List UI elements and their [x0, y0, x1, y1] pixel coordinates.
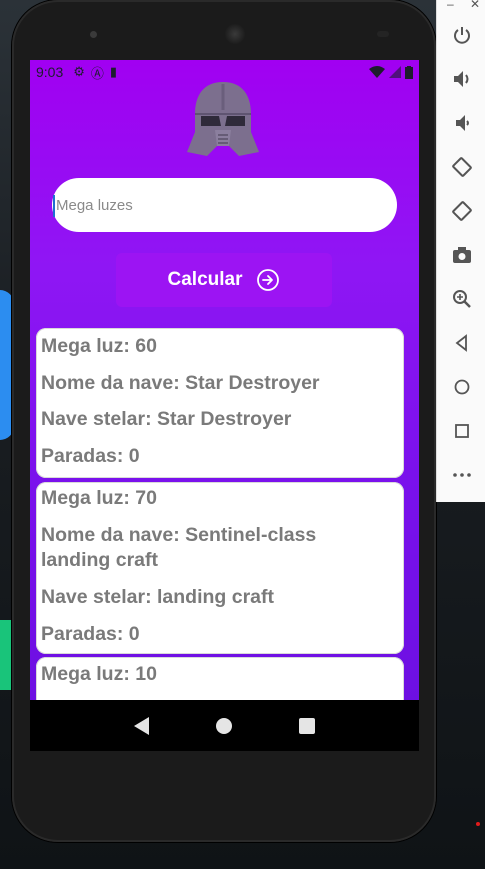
ship-name-text: Nome da nave: Star Destroyer — [41, 372, 320, 394]
back-icon[interactable] — [451, 332, 473, 354]
minimize-icon[interactable]: – — [447, 0, 454, 11]
proximity-sensor — [377, 31, 389, 37]
text-caret — [53, 195, 55, 217]
battery-icon — [405, 65, 413, 79]
wifi-icon — [369, 66, 385, 78]
rotate-left-icon[interactable] — [451, 156, 473, 178]
close-icon[interactable]: ✕ — [470, 0, 480, 11]
home-icon[interactable] — [451, 376, 473, 398]
android-navigation-bar — [30, 700, 419, 751]
volume-up-icon[interactable] — [451, 68, 473, 90]
sd-card-icon: ▮ — [109, 64, 118, 79]
status-time: 9:03 — [36, 64, 64, 80]
nav-recents-icon[interactable] — [299, 717, 316, 734]
volume-down-icon[interactable] — [451, 112, 473, 134]
earpiece-speaker — [225, 24, 245, 44]
rotate-right-icon[interactable] — [451, 200, 473, 222]
calculate-button[interactable]: Calcular — [116, 253, 332, 307]
signal-icon — [389, 66, 401, 78]
starship-class-text: Nave stelar: Star Destroyer — [41, 408, 292, 430]
more-icon[interactable] — [451, 464, 473, 486]
power-icon[interactable] — [451, 24, 473, 46]
starship-class-text: Nave stelar: landing craft — [41, 586, 274, 608]
nav-back-icon[interactable] — [133, 716, 149, 735]
settings-icon: ⚙ — [73, 64, 85, 79]
starship-card: Mega luz: 70 Nome da nave: Sentinel-clas… — [36, 482, 404, 654]
stops-text: Paradas: 0 — [41, 623, 140, 645]
accessibility-icon: Ⓐ — [90, 65, 104, 81]
app-screen: 9:03 ⚙ Ⓐ ▮ Calcular Mega luz: 60 Nome da… — [30, 60, 419, 751]
nav-home-icon[interactable] — [215, 717, 232, 734]
mega-luz-text: Mega luz: 60 — [41, 335, 157, 357]
zoom-icon[interactable] — [451, 288, 473, 310]
mega-luz-text: Mega luz: 10 — [41, 663, 157, 685]
toolbar-window-controls: – ✕ — [437, 0, 485, 12]
camera-icon[interactable] — [451, 244, 473, 266]
starship-card: Mega luz: 60 Nome da nave: Star Destroye… — [36, 328, 404, 478]
mega-luz-text: Mega luz: 70 — [41, 487, 157, 509]
overview-icon[interactable] — [451, 420, 473, 442]
mega-luzes-input[interactable] — [52, 178, 397, 232]
calculate-button-label: Calcular — [167, 269, 243, 290]
ship-name-text: Nome da nave: Sentinel-class landing cra… — [41, 524, 317, 571]
desktop-indicator-dot — [476, 822, 480, 826]
emulator-toolbar: – ✕ — [436, 0, 485, 502]
front-camera — [90, 31, 97, 38]
stops-text: Paradas: 0 — [41, 445, 140, 467]
darth-vader-helmet-icon — [187, 82, 259, 156]
arrow-right-circle-icon — [257, 269, 280, 291]
